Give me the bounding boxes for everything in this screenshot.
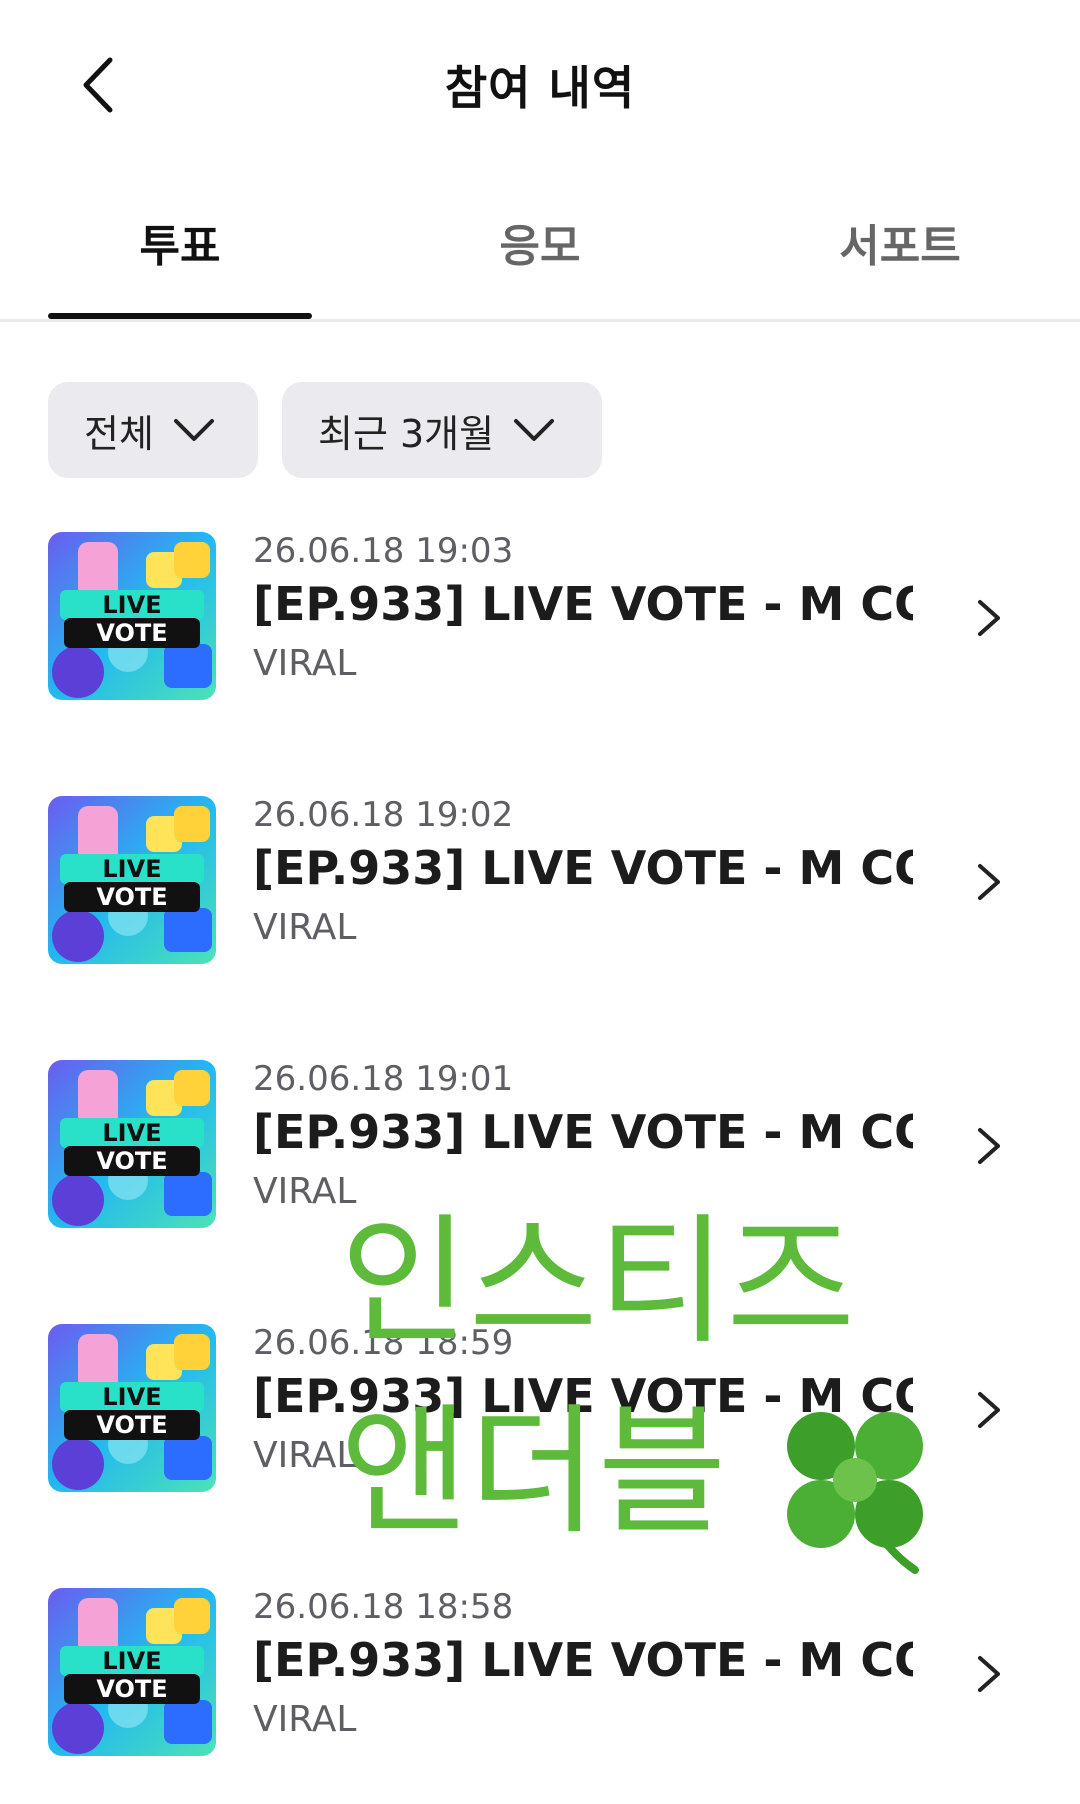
thumbnail-text-line1: LIVE <box>102 1647 161 1675</box>
period-filter-dropdown[interactable]: 최근 3개월 <box>282 382 602 478</box>
list-item[interactable]: LIVE VOTE 26.06.18 19:02 [EP.933] LIVE V… <box>48 794 1018 966</box>
list-item[interactable]: LIVE VOTE 26.06.18 18:58 [EP.933] LIVE V… <box>48 1586 1018 1758</box>
period-filter-value: 최근 3개월 <box>318 411 495 456</box>
vote-thumbnail: LIVE VOTE <box>48 1324 216 1492</box>
vote-thumbnail: LIVE VOTE <box>48 796 216 964</box>
item-title: [EP.933] LIVE VOTE - M CO... <box>253 577 913 631</box>
item-title: [EP.933] LIVE VOTE - M CO... <box>253 1369 913 1423</box>
tab-support-label: 서포트 <box>839 221 961 272</box>
item-info: 26.06.18 18:59 [EP.933] LIVE VOTE - M CO… <box>253 1322 913 1484</box>
chevron-right-icon <box>978 600 1000 636</box>
category-filter-value: 전체 <box>84 411 154 456</box>
list-item[interactable]: LIVE VOTE 26.06.18 19:03 [EP.933] LIVE V… <box>48 530 1018 702</box>
category-filter-dropdown[interactable]: 전체 <box>48 382 258 478</box>
chevron-down-icon <box>514 419 555 441</box>
tab-bar: 투표 응모 서포트 <box>0 190 1080 322</box>
thumbnail-text-line2: VOTE <box>96 1147 167 1175</box>
chevron-right-icon <box>978 1128 1000 1164</box>
thumbnail-text-line2: VOTE <box>96 1411 167 1439</box>
item-channel: VIRAL <box>253 1435 357 1476</box>
tab-entry-label: 응모 <box>499 221 581 272</box>
item-title: [EP.933] LIVE VOTE - M CO... <box>253 841 913 895</box>
chevron-right-icon <box>978 1392 1000 1428</box>
thumbnail-text-line1: LIVE <box>102 591 161 619</box>
item-info: 26.06.18 19:03 [EP.933] LIVE VOTE - M CO… <box>253 530 913 692</box>
chevron-right-icon <box>978 1656 1000 1692</box>
page-title: 참여 내역 <box>444 61 636 115</box>
list-item[interactable]: LIVE VOTE 26.06.18 19:01 [EP.933] LIVE V… <box>48 1058 1018 1230</box>
thumbnail-text-line1: LIVE <box>102 1383 161 1411</box>
item-date: 26.06.18 19:02 <box>253 795 514 835</box>
chevron-right-icon <box>978 864 1000 900</box>
item-info: 26.06.18 18:58 [EP.933] LIVE VOTE - M CO… <box>253 1586 913 1748</box>
item-info: 26.06.18 19:02 [EP.933] LIVE VOTE - M CO… <box>253 794 913 956</box>
item-info: 26.06.18 19:01 [EP.933] LIVE VOTE - M CO… <box>253 1058 913 1220</box>
item-title: [EP.933] LIVE VOTE - M CO... <box>253 1105 913 1159</box>
item-channel: VIRAL <box>253 1699 357 1740</box>
thumbnail-text-line2: VOTE <box>96 619 167 647</box>
item-date: 26.06.18 19:01 <box>253 1059 514 1099</box>
chevron-down-icon <box>173 419 214 441</box>
item-channel: VIRAL <box>253 907 357 948</box>
item-title: [EP.933] LIVE VOTE - M CO... <box>253 1633 913 1687</box>
vote-thumbnail: LIVE VOTE <box>48 532 216 700</box>
tab-support[interactable]: 서포트 <box>768 210 1032 310</box>
thumbnail-text-line1: LIVE <box>102 855 161 883</box>
vote-thumbnail: LIVE VOTE <box>48 1060 216 1228</box>
tab-vote[interactable]: 투표 <box>48 210 312 319</box>
thumbnail-text-line1: LIVE <box>102 1119 161 1147</box>
thumbnail-text-line2: VOTE <box>96 883 167 911</box>
item-channel: VIRAL <box>253 643 357 684</box>
top-bar: 참여 내역 <box>0 0 1080 170</box>
item-date: 26.06.18 19:03 <box>253 531 514 571</box>
item-channel: VIRAL <box>253 1171 357 1212</box>
tab-entry[interactable]: 응모 <box>408 210 672 310</box>
item-date: 26.06.18 18:58 <box>253 1587 514 1627</box>
item-date: 26.06.18 18:59 <box>253 1323 514 1363</box>
vote-thumbnail: LIVE VOTE <box>48 1588 216 1756</box>
active-tab-indicator <box>48 313 312 319</box>
list-item[interactable]: LIVE VOTE 26.06.18 18:59 [EP.933] LIVE V… <box>48 1322 1018 1494</box>
tab-vote-label: 투표 <box>139 221 221 272</box>
thumbnail-text-line2: VOTE <box>96 1675 167 1703</box>
